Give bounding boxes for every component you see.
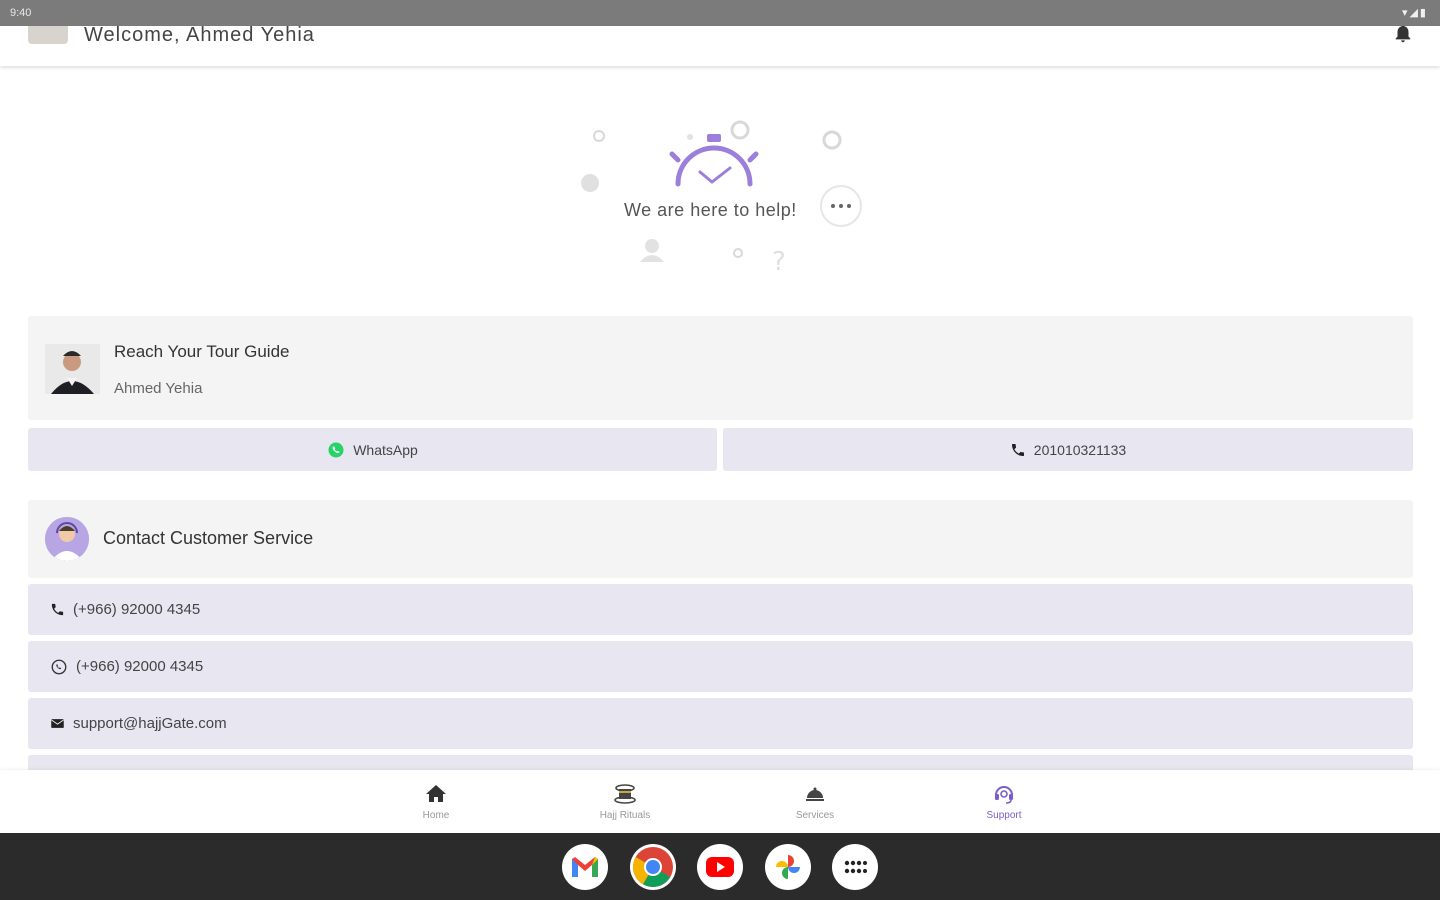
support-agent-avatar bbox=[45, 517, 89, 561]
nav-services[interactable]: Services bbox=[770, 782, 860, 821]
nav-hajj-rituals-label: Hajj Rituals bbox=[599, 810, 651, 821]
guide-photo bbox=[45, 344, 100, 394]
cs-phone-row[interactable]: (+966) 92000 4345 bbox=[28, 584, 1413, 635]
phone-icon bbox=[51, 603, 64, 616]
chrome-icon[interactable] bbox=[630, 844, 676, 890]
nav-support-label: Support bbox=[986, 810, 1022, 821]
home-icon bbox=[426, 785, 446, 802]
kaaba-icon bbox=[614, 784, 636, 804]
cs-whatsapp-label: (+966) 92000 4345 bbox=[76, 658, 204, 675]
stopwatch-illustration: ? bbox=[581, 120, 862, 277]
bell-icon[interactable] bbox=[1392, 26, 1414, 44]
tour-guide-card: Reach Your Tour Guide Ahmed Yehia bbox=[28, 316, 1413, 420]
phone-icon bbox=[1011, 443, 1024, 456]
gmail-icon[interactable] bbox=[562, 844, 608, 890]
whatsapp-icon bbox=[51, 659, 67, 674]
headset-icon bbox=[995, 786, 1013, 804]
welcome-text: Welcome, Ahmed Yehia bbox=[84, 26, 315, 46]
whatsapp-label: WhatsApp bbox=[353, 441, 418, 458]
guide-card-title: Reach Your Tour Guide bbox=[114, 342, 290, 361]
nav-home[interactable]: Home bbox=[391, 782, 481, 821]
cs-phone-label: (+966) 92000 4345 bbox=[73, 601, 201, 618]
guide-name: Ahmed Yehia bbox=[114, 380, 203, 397]
customer-service-title: Contact Customer Service bbox=[103, 528, 314, 548]
nav-hajj-rituals[interactable]: Hajj Rituals bbox=[580, 782, 670, 821]
bottom-navigation: Home Hajj Rituals Services Support bbox=[0, 770, 1440, 833]
nav-home-label: Home bbox=[422, 810, 450, 821]
app-launcher-icon[interactable] bbox=[832, 844, 878, 890]
customer-service-card: Contact Customer Service bbox=[28, 500, 1413, 578]
services-icon bbox=[806, 787, 824, 801]
guide-phone-number: 201010321133 bbox=[1033, 441, 1127, 458]
youtube-icon[interactable] bbox=[697, 844, 743, 890]
system-status-icons: ▾◢▮ bbox=[1401, 7, 1428, 19]
cs-email-label: support@hajjGate.com bbox=[73, 715, 227, 732]
cs-whatsapp-row[interactable]: (+966) 92000 4345 bbox=[28, 641, 1413, 692]
mail-icon bbox=[50, 719, 65, 728]
guide-contact-buttons: WhatsApp 201010321133 bbox=[28, 428, 1413, 471]
user-avatar[interactable] bbox=[28, 26, 68, 44]
cs-email-row[interactable]: support@hajjGate.com bbox=[28, 698, 1413, 749]
nav-support[interactable]: Support bbox=[959, 782, 1049, 821]
status-time: 9:40 bbox=[10, 7, 32, 19]
help-illustration: ? We are here to help! bbox=[570, 110, 870, 285]
app-header: Welcome, Ahmed Yehia bbox=[0, 26, 1440, 66]
photos-icon[interactable] bbox=[765, 844, 811, 890]
system-taskbar bbox=[0, 833, 1440, 900]
whatsapp-button[interactable]: WhatsApp bbox=[28, 428, 717, 471]
nav-services-label: Services bbox=[795, 810, 835, 821]
help-tagline: We are here to help! bbox=[624, 200, 797, 220]
call-guide-button[interactable]: 201010321133 bbox=[723, 428, 1413, 471]
status-bar: 9:40 ▾◢▮ bbox=[0, 0, 1440, 26]
svg-text:?: ? bbox=[772, 247, 786, 277]
whatsapp-icon bbox=[328, 442, 344, 457]
